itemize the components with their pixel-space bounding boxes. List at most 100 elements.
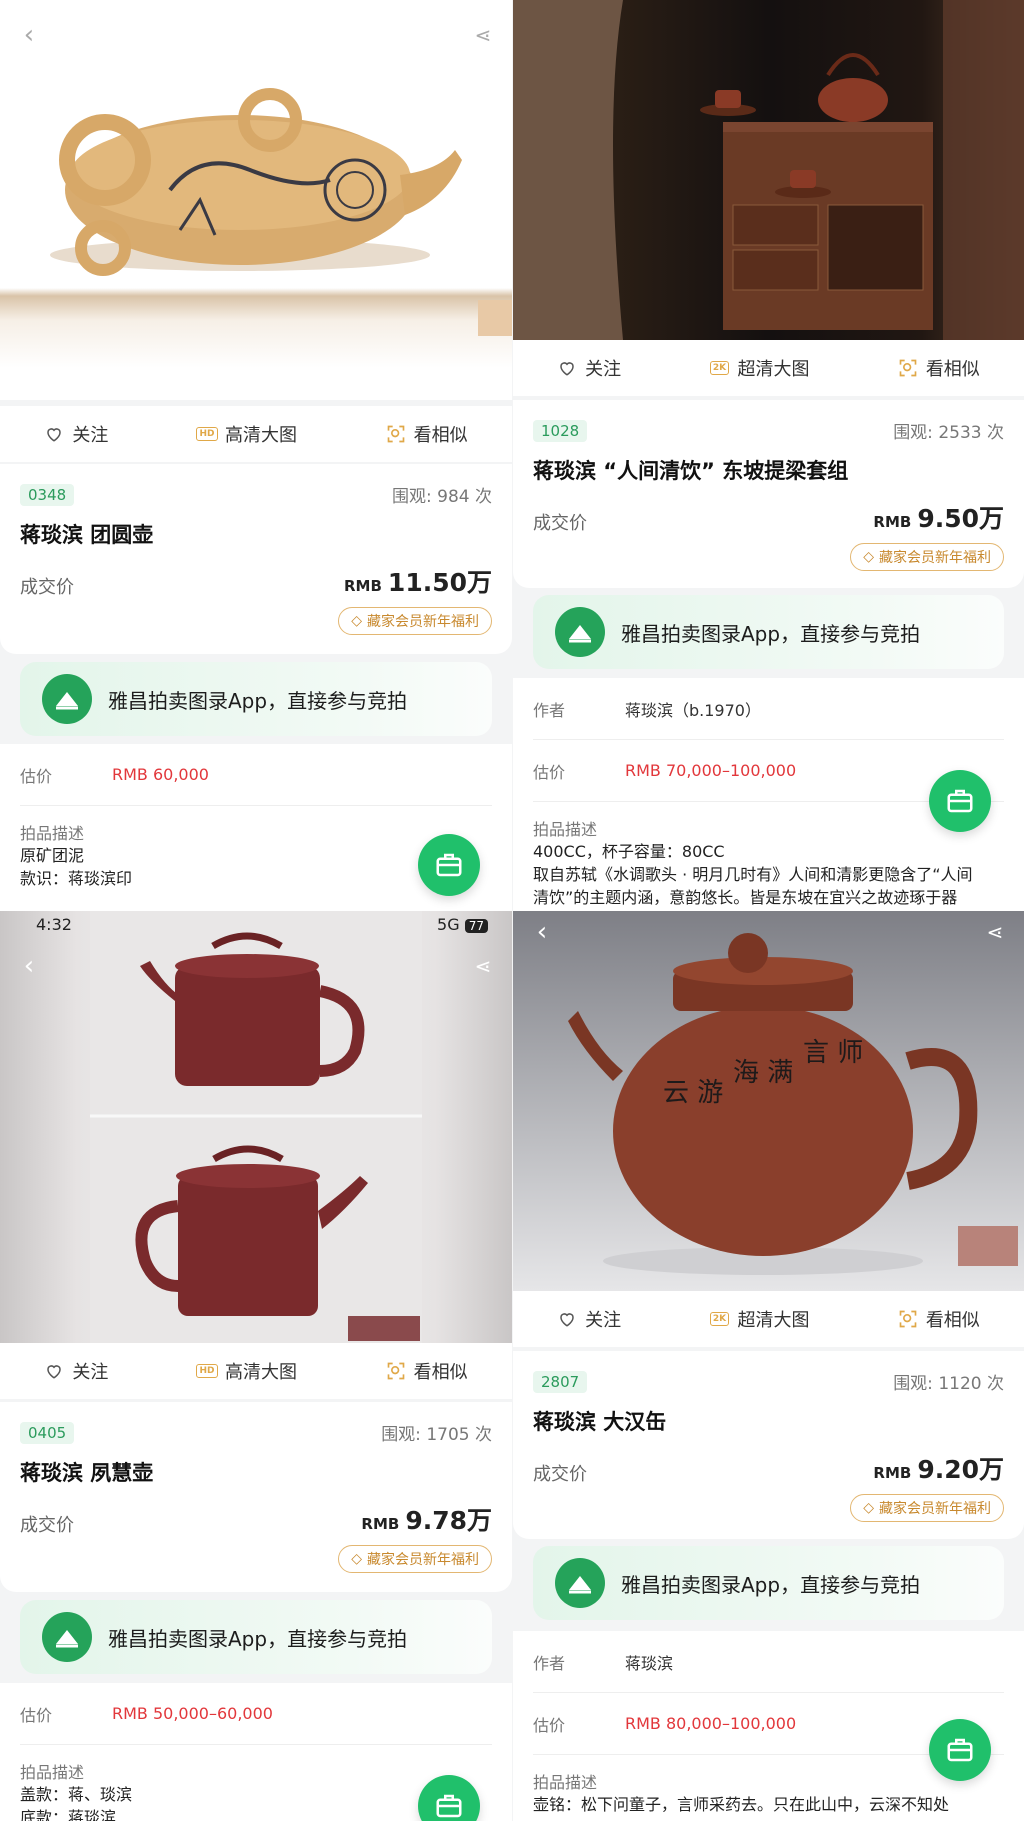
lot-info-card: 0405 围观: 1705 次 蒋琰滨 夙慧壶 成交价 RMB 9.78万 ◇ 藏家…: [0, 1402, 512, 1592]
tea-set-image[interactable]: [513, 0, 1024, 340]
heart-icon: [557, 1309, 577, 1329]
share-icon[interactable]: ⋖: [468, 20, 498, 50]
action-bar: 关注 HD 高清大图 看相似: [0, 1343, 512, 1399]
view-count: 围观: 2533 次: [893, 423, 1004, 443]
author-value: 蒋琰滨: [625, 1653, 674, 1673]
lot-info-card: 1028 围观: 2533 次 蒋琰滨 “人间清饮” 东坡提梁套组 成交价 RM…: [513, 400, 1024, 588]
follow-button[interactable]: 关注: [44, 1358, 108, 1384]
deal-price: RMB 9.78万: [361, 1506, 492, 1535]
lot-panel-1028: 关注 2K 超清大图 看相似 1028 围观: 2533 次 蒋琰滨 “人间清饮…: [513, 0, 1024, 911]
view-count: 围观: 1705 次: [381, 1425, 492, 1445]
share-icon[interactable]: ⋖: [468, 951, 498, 981]
briefcase-fab[interactable]: [929, 770, 991, 832]
svg-text:海 满: 海 满: [733, 1058, 793, 1088]
follow-button[interactable]: 关注: [557, 1306, 621, 1332]
banner-text: 雅昌拍卖图录App，直接参与竞拍: [108, 688, 408, 713]
banner-text: 雅昌拍卖图录App，直接参与竞拍: [621, 621, 921, 646]
teapot-illustration: [50, 88, 512, 336]
author-row: 作者 蒋琰滨: [533, 1631, 1004, 1693]
status-bar: 4:32 5G 77: [0, 911, 512, 937]
deal-label: 成交价: [20, 577, 74, 598]
action-bar: 关注 2K 超清大图 看相似: [513, 340, 1024, 396]
lot-number: 0405: [20, 1421, 75, 1444]
briefcase-icon: [947, 789, 973, 813]
action-bar: 关注 HD 高清大图 看相似: [0, 406, 512, 462]
signal-label: 5G: [437, 914, 460, 934]
screenshot-collage: ‹ ⋖ 关注 HD 高清大图 看相似 0348 围观: 984 次 蒋琰滨 团圆…: [0, 0, 1024, 1821]
2k-icon: 2K: [709, 358, 730, 378]
author-row: 作者 蒋琰滨（b.1970）: [533, 678, 1004, 740]
lot-title: 蒋琰滨 大汉缶: [533, 1410, 667, 1434]
author-value: 蒋琰滨（b.1970）: [625, 700, 761, 720]
artron-logo-icon: [555, 607, 605, 657]
artron-logo-icon: [555, 1558, 605, 1608]
uhd-image-label: 超清大图: [737, 1310, 810, 1331]
follow-label: 关注: [72, 1362, 109, 1383]
view-count: 围观: 1120 次: [893, 1374, 1004, 1394]
uhd-image-button[interactable]: 2K 超清大图: [709, 1306, 809, 1332]
lot-info-card: 2807 围观: 1120 次 蒋琰滨 大汉缶 成交价 RMB 9.20万 ◇ 藏家…: [513, 1351, 1024, 1539]
similar-button[interactable]: 看相似: [386, 1358, 468, 1384]
teapot-image[interactable]: 云 游 海 满 言 师 ‹ ⋖: [513, 911, 1024, 1291]
similar-button[interactable]: 看相似: [898, 355, 980, 381]
estimate-value: RMB 60,000: [112, 765, 209, 784]
hd-image-label: 高清大图: [224, 425, 297, 446]
briefcase-fab[interactable]: [418, 834, 480, 896]
estimate-value: RMB 50,000–60,000: [112, 1704, 273, 1723]
diamond-icon: ◇: [863, 1500, 874, 1516]
deal-price: RMB 9.50万: [873, 504, 1004, 533]
follow-button[interactable]: 关注: [557, 355, 621, 381]
back-icon[interactable]: ‹: [14, 20, 44, 50]
member-promo-badge[interactable]: ◇ 藏家会员新年福利: [850, 1494, 1004, 1522]
app-banner[interactable]: 雅昌拍卖图录App，直接参与竞拍: [20, 1600, 492, 1674]
estimate-value: RMB 70,000–100,000: [625, 761, 797, 780]
follow-label: 关注: [585, 1310, 622, 1331]
estimate-row: 估价 RMB 50,000–60,000: [20, 1683, 492, 1745]
svg-text:云 游: 云 游: [663, 1078, 723, 1108]
back-icon[interactable]: ‹: [527, 917, 557, 947]
deal-price: RMB 9.20万: [873, 1455, 1004, 1484]
uhd-image-button[interactable]: 2K 超清大图: [709, 355, 809, 381]
lot-number: 2807: [533, 1370, 588, 1393]
member-promo-badge[interactable]: ◇ 藏家会员新年福利: [850, 543, 1004, 571]
battery-level: 77: [464, 918, 488, 933]
similar-label: 看相似: [925, 1310, 980, 1331]
briefcase-fab[interactable]: [929, 1719, 991, 1781]
teapot-illustration: 云 游 海 满 言 师: [568, 933, 1018, 1275]
heart-icon: [44, 424, 64, 444]
follow-button[interactable]: 关注: [44, 421, 108, 447]
app-banner[interactable]: 雅昌拍卖图录App，直接参与竞拍: [533, 1546, 1004, 1620]
diamond-icon: ◇: [863, 549, 874, 565]
briefcase-icon: [947, 1738, 973, 1762]
scan-icon: [898, 1309, 918, 1329]
scan-icon: [386, 424, 406, 444]
member-promo-badge[interactable]: ◇ 藏家会员新年福利: [338, 607, 492, 635]
uhd-image-label: 超清大图: [737, 359, 810, 380]
hd-icon: HD: [196, 1361, 218, 1381]
briefcase-icon: [436, 1794, 462, 1818]
follow-label: 关注: [585, 359, 622, 380]
deal-price: RMB 11.50万: [344, 568, 492, 597]
similar-label: 看相似: [413, 425, 468, 446]
hd-image-label: 高清大图: [224, 1362, 297, 1383]
teapot-image[interactable]: ‹ ⋖: [0, 0, 512, 400]
back-icon[interactable]: ‹: [14, 951, 44, 981]
lot-title: 蒋琰滨 “人间清饮” 东坡提梁套组: [533, 459, 849, 483]
lot-panel-0405: 4:32 5G 77 ‹ ⋖ 关注 HD 高清大图 看相似 0405 围观: 1…: [0, 911, 512, 1821]
member-promo-badge[interactable]: ◇ 藏家会员新年福利: [338, 1545, 492, 1573]
similar-button[interactable]: 看相似: [386, 421, 468, 447]
similar-label: 看相似: [925, 359, 980, 380]
hd-image-button[interactable]: HD 高清大图: [196, 1358, 297, 1384]
hd-image-button[interactable]: HD 高清大图: [196, 421, 297, 447]
teapot-image[interactable]: 4:32 5G 77 ‹ ⋖: [0, 911, 512, 1343]
lot-title: 蒋琰滨 团圆壶: [20, 523, 154, 547]
lot-number: 1028: [533, 419, 588, 442]
app-banner[interactable]: 雅昌拍卖图录App，直接参与竞拍: [533, 595, 1004, 669]
lot-panel-0348: ‹ ⋖ 关注 HD 高清大图 看相似 0348 围观: 984 次 蒋琰滨 团圆…: [0, 0, 512, 911]
2k-icon: 2K: [709, 1309, 730, 1329]
similar-button[interactable]: 看相似: [898, 1306, 980, 1332]
banner-text: 雅昌拍卖图录App，直接参与竞拍: [108, 1626, 408, 1651]
banner-text: 雅昌拍卖图录App，直接参与竞拍: [621, 1572, 921, 1597]
app-banner[interactable]: 雅昌拍卖图录App，直接参与竞拍: [20, 662, 492, 736]
share-icon[interactable]: ⋖: [980, 917, 1010, 947]
